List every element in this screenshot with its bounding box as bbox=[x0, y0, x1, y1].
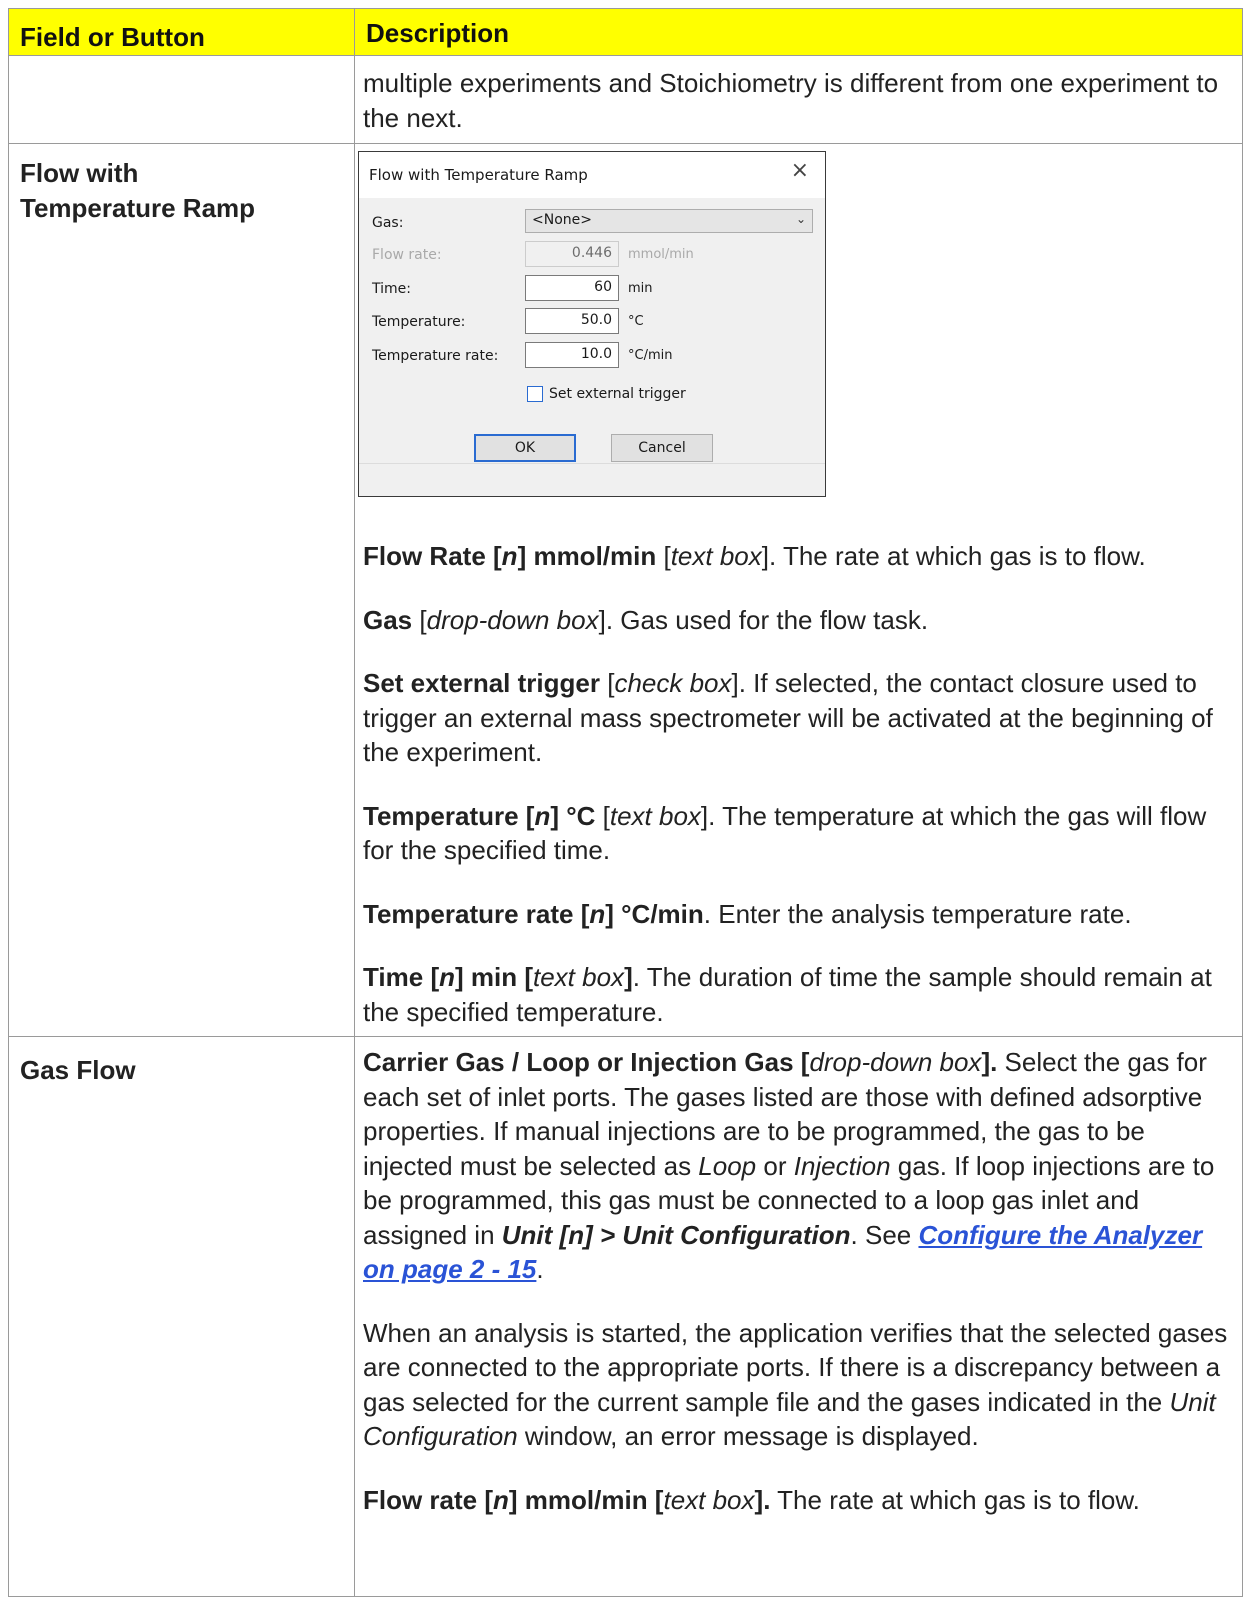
flow-rate-unit: mmol/min bbox=[628, 247, 694, 262]
field-name-flow-temp-ramp: Flow with Temperature Ramp bbox=[20, 158, 256, 223]
cancel-button[interactable]: Cancel bbox=[611, 434, 713, 462]
external-trigger-description: Set external trigger [check box]. If sel… bbox=[363, 668, 1213, 767]
close-icon[interactable]: × bbox=[791, 160, 809, 182]
external-trigger-checkbox[interactable] bbox=[527, 386, 543, 402]
temperature-unit: °C bbox=[628, 314, 644, 329]
time-description: Time [n] min [text box]. The duration of… bbox=[363, 962, 1212, 1027]
description-cell: multiple experiments and Stoichiometry i… bbox=[354, 55, 1243, 144]
table-row: Flow with Temperature Ramp Flow with Tem… bbox=[8, 143, 1243, 1037]
temperature-field[interactable]: 50.0 bbox=[525, 308, 619, 334]
header-description: Description bbox=[354, 8, 1243, 56]
temperature-label: Temperature: bbox=[372, 314, 466, 330]
analysis-verification-description: When an analysis is started, the applica… bbox=[363, 1317, 1228, 1452]
dialog-title: Flow with Temperature Ramp bbox=[369, 166, 588, 184]
chevron-down-icon: ⌄ bbox=[795, 212, 806, 226]
flow-rate-row: Flow rate: 0.446 mmol/min bbox=[372, 241, 812, 269]
field-cell-empty bbox=[8, 55, 355, 144]
field-description-table: Field or Button Description multiple exp… bbox=[8, 8, 1243, 1597]
flow-rate-description: Flow Rate [n] mmol/min [text box]. The r… bbox=[363, 541, 1146, 571]
dialog-footer bbox=[359, 463, 825, 496]
table-header-row: Field or Button Description bbox=[8, 8, 1243, 56]
temperature-rate-field[interactable]: 10.0 bbox=[525, 342, 619, 368]
description-cell: Carrier Gas / Loop or Injection Gas [dro… bbox=[354, 1036, 1243, 1597]
flow-temp-ramp-dialog: Flow with Temperature Ramp × Gas: <None>… bbox=[358, 151, 826, 497]
gas-description: Gas [drop-down box]. Gas used for the fl… bbox=[363, 604, 929, 635]
time-row: Time: 60 min bbox=[372, 275, 812, 303]
field-cell: Gas Flow bbox=[8, 1036, 355, 1597]
description-cell: Flow with Temperature Ramp × Gas: <None>… bbox=[354, 143, 1243, 1037]
table-row: multiple experiments and Stoichiometry i… bbox=[8, 55, 1243, 144]
temperature-row: Temperature: 50.0 °C bbox=[372, 308, 812, 336]
gas-label: Gas: bbox=[372, 215, 404, 231]
temperature-rate-row: Temperature rate: 10.0 °C/min bbox=[372, 342, 812, 370]
external-trigger-label: Set external trigger bbox=[549, 386, 686, 402]
temperature-rate-label: Temperature rate: bbox=[372, 348, 499, 364]
time-label: Time: bbox=[372, 281, 411, 297]
continuation-text: multiple experiments and Stoichiometry i… bbox=[363, 68, 1219, 133]
field-name-gas-flow: Gas Flow bbox=[20, 1055, 136, 1085]
gas-row: Gas: <None> ⌄ bbox=[372, 209, 813, 237]
header-field-or-button: Field or Button bbox=[8, 8, 355, 56]
time-unit: min bbox=[628, 281, 653, 296]
carrier-gas-description: Carrier Gas / Loop or Injection Gas [dro… bbox=[363, 1047, 1215, 1284]
dialog-body: Gas: <None> ⌄ Flow rate: 0.446 mmol/min bbox=[359, 198, 825, 464]
flow-rate-field: 0.446 bbox=[525, 241, 619, 267]
gas-flow-rate-description: Flow rate [n] mmol/min [text box]. The r… bbox=[363, 1484, 1140, 1515]
field-cell: Flow with Temperature Ramp bbox=[8, 143, 355, 1037]
temperature-rate-unit: °C/min bbox=[628, 348, 673, 363]
temperature-description: Temperature [n] °C [text box]. The tempe… bbox=[363, 800, 1207, 866]
table-row: Gas Flow Carrier Gas / Loop or Injection… bbox=[8, 1036, 1243, 1597]
gas-dropdown-value: <None> bbox=[532, 212, 592, 228]
ok-button[interactable]: OK bbox=[474, 434, 576, 462]
time-field[interactable]: 60 bbox=[525, 275, 619, 301]
gas-dropdown[interactable]: <None> ⌄ bbox=[525, 209, 813, 233]
flow-rate-label: Flow rate: bbox=[372, 247, 442, 263]
temperature-rate-description: Temperature rate [n] °C/min. Enter the a… bbox=[363, 898, 1132, 929]
